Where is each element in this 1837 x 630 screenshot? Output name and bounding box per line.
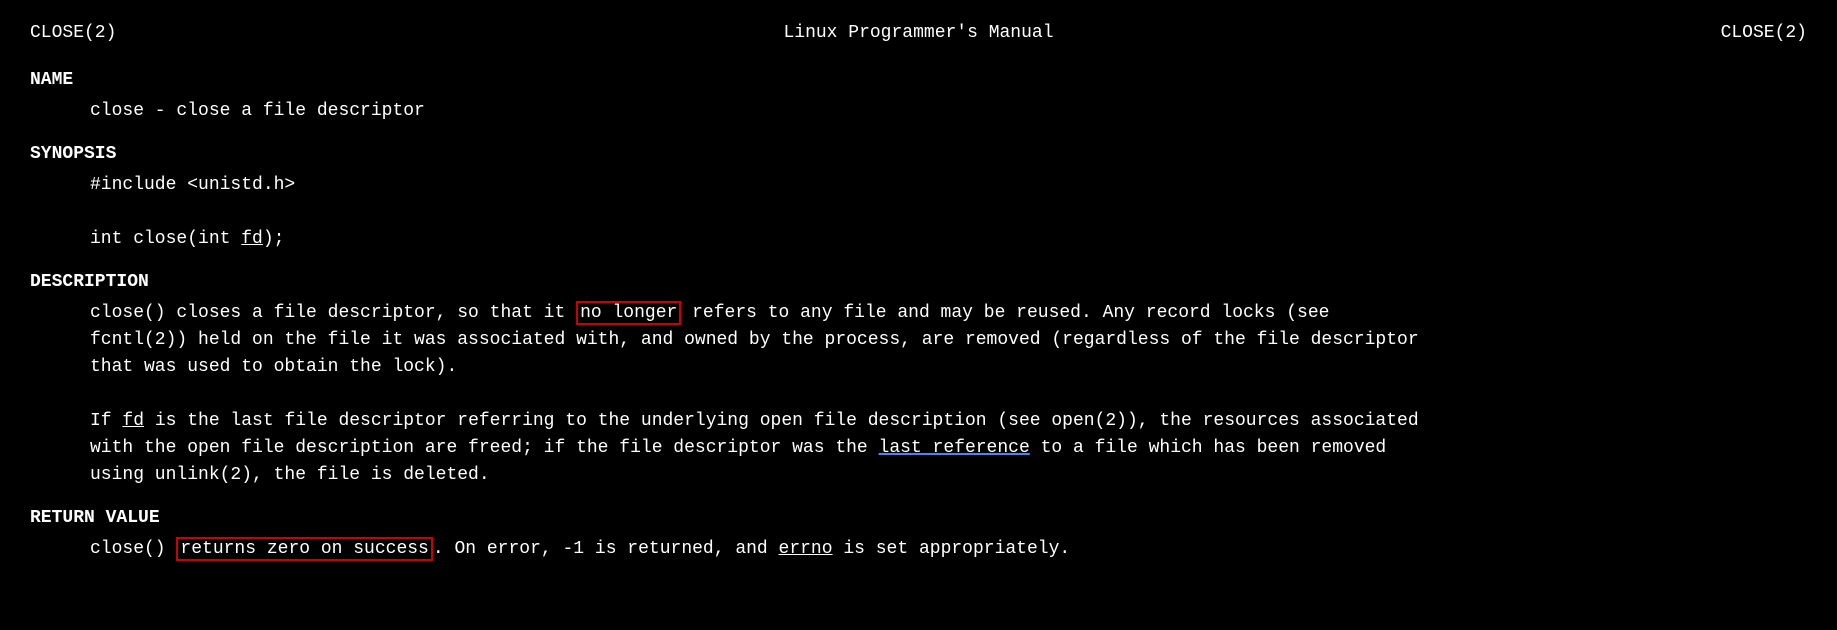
section-description-title: DESCRIPTION bbox=[30, 269, 1807, 296]
section-name-content: close - close a file descriptor bbox=[30, 98, 1807, 125]
man-page-header: CLOSE(2) Linux Programmer's Manual CLOSE… bbox=[30, 20, 1807, 47]
section-synopsis: SYNOPSIS #include <unistd.h> int close(i… bbox=[30, 141, 1807, 253]
return-value-end: is set appropriately. bbox=[833, 539, 1071, 559]
description-para2-line1: If fd is the last file descriptor referr… bbox=[90, 408, 1807, 435]
description-para2-line2-before: with the open file description are freed… bbox=[90, 438, 879, 458]
description-para1-line3: that was used to obtain the lock). bbox=[90, 354, 1807, 381]
return-value-before: close() bbox=[90, 539, 176, 559]
synopsis-fd: fd bbox=[241, 229, 263, 249]
synopsis-include: #include <unistd.h> bbox=[90, 172, 1807, 199]
section-description: DESCRIPTION close() closes a file descri… bbox=[30, 269, 1807, 489]
section-name-title: NAME bbox=[30, 67, 1807, 94]
description-para2-line2-after: to a file which has been removed bbox=[1030, 438, 1386, 458]
section-name: NAME close - close a file descriptor bbox=[30, 67, 1807, 125]
description-last-reference-highlight: last reference bbox=[879, 438, 1030, 458]
description-para1-line1: close() closes a file descriptor, so tha… bbox=[90, 300, 1807, 327]
header-left: CLOSE(2) bbox=[30, 20, 116, 47]
section-return-value: RETURN VALUE close() returns zero on suc… bbox=[30, 505, 1807, 563]
description-para2-line2: with the open file description are freed… bbox=[90, 435, 1807, 462]
return-value-errno: errno bbox=[779, 539, 833, 559]
return-value-content: close() returns zero on success. On erro… bbox=[90, 536, 1807, 563]
description-para1-line2: fcntl(2)) held on the file it was associ… bbox=[90, 327, 1807, 354]
description-para1-after: refers to any file and may be reused. An… bbox=[681, 303, 1329, 323]
description-if: If bbox=[90, 411, 122, 431]
header-center: Linux Programmer's Manual bbox=[783, 20, 1053, 47]
description-para2-line3: using unlink(2), the file is deleted. bbox=[90, 462, 1807, 489]
description-no-longer-highlight: no longer bbox=[576, 301, 681, 325]
return-value-highlight: returns zero on success bbox=[176, 537, 432, 561]
description-para1-before: close() closes a file descriptor, so tha… bbox=[90, 303, 576, 323]
synopsis-signature: int close(int fd); bbox=[90, 226, 1807, 253]
section-return-value-title: RETURN VALUE bbox=[30, 505, 1807, 532]
description-fd-underline: fd bbox=[122, 411, 144, 431]
section-synopsis-title: SYNOPSIS bbox=[30, 141, 1807, 168]
header-right: CLOSE(2) bbox=[1721, 20, 1807, 47]
description-para2-line1-mid: is the last file descriptor referring to… bbox=[144, 411, 1419, 431]
return-value-after: . On error, -1 is returned, and bbox=[433, 539, 779, 559]
